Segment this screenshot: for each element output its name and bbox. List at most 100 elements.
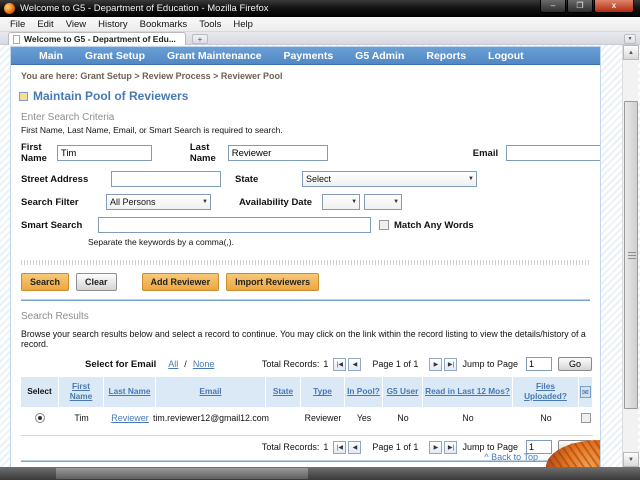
scroll-up-arrow[interactable]: ▲ [623, 45, 639, 60]
col-in-pool[interactable]: In Pool? [345, 377, 383, 407]
availability-month-select[interactable]: ▼ [322, 194, 360, 210]
page-icon [13, 35, 20, 44]
nav-grant-maintenance[interactable]: Grant Maintenance [167, 50, 262, 62]
horizontal-scrollbar[interactable] [0, 467, 640, 480]
g5-corner-artwork [546, 440, 600, 467]
col-state[interactable]: State [266, 377, 301, 407]
select-none-link[interactable]: None [193, 359, 215, 369]
last-name-input[interactable] [228, 145, 328, 161]
first-name-input[interactable] [57, 145, 152, 161]
restore-button[interactable]: ❐ [567, 0, 593, 13]
menu-view[interactable]: View [60, 19, 92, 30]
availability-date-label: Availability Date [239, 197, 312, 208]
smart-search-label: Smart Search [21, 220, 83, 231]
section-divider [21, 299, 590, 301]
total-records-label: Total Records: [262, 359, 320, 369]
col-first-name[interactable]: First Name [59, 377, 104, 407]
col-last-name[interactable]: Last Name [104, 377, 156, 407]
browse-note: Browse your search results below and sel… [21, 329, 600, 349]
cell-g5-user: No [383, 408, 423, 428]
prev-page-button[interactable]: ◀ [348, 358, 361, 371]
search-filter-select[interactable]: All Persons ▼ [106, 194, 211, 210]
vertical-scrollbar[interactable]: ▲ ▼ [622, 45, 638, 467]
import-reviewers-button[interactable]: Import Reviewers [226, 273, 319, 291]
list-all-tabs-button[interactable]: ▾ [624, 34, 636, 44]
select-all-link[interactable]: All [168, 359, 178, 369]
nav-payments[interactable]: Payments [284, 50, 334, 62]
menu-file[interactable]: File [4, 19, 31, 30]
page-title: Maintain Pool of Reviewers [33, 89, 188, 103]
minimize-button[interactable]: – [540, 0, 566, 13]
next-page-button[interactable]: ▶ [429, 358, 442, 371]
prev-page-button[interactable]: ◀ [348, 441, 361, 454]
nav-main[interactable]: Main [39, 50, 63, 62]
breadcrumb-prefix: You are here: [21, 71, 78, 81]
row-radio-selected[interactable] [35, 413, 45, 423]
menu-help[interactable]: Help [227, 19, 259, 30]
link-separator: / [184, 359, 187, 369]
g5-nav-bar: Main Grant Setup Grant Maintenance Payme… [11, 47, 600, 65]
search-results-heading: Search Results [21, 311, 600, 322]
smart-search-input[interactable] [98, 217, 371, 233]
back-to-top-link[interactable]: ^ Back to Top [484, 452, 538, 462]
col-type[interactable]: Type [301, 377, 345, 407]
menu-tools[interactable]: Tools [193, 19, 227, 30]
menu-bookmarks[interactable]: Bookmarks [134, 19, 194, 30]
street-address-input[interactable] [111, 171, 221, 187]
nav-reports[interactable]: Reports [426, 50, 466, 62]
cell-state [266, 408, 301, 428]
scroll-down-arrow[interactable]: ▼ [623, 452, 639, 467]
cell-first-name: Tim [59, 408, 104, 428]
email-label: Email [473, 148, 498, 159]
menu-history[interactable]: History [92, 19, 134, 30]
nav-g5-admin[interactable]: G5 Admin [355, 50, 404, 62]
horizontal-scrollbar-thumb[interactable] [56, 468, 308, 479]
close-button[interactable]: x [594, 0, 634, 13]
first-page-button[interactable]: |◀ [333, 441, 346, 454]
row-email-checkbox[interactable] [581, 413, 591, 423]
menu-edit[interactable]: Edit [31, 19, 59, 30]
search-button[interactable]: Search [21, 273, 69, 291]
select-for-email-label: Select for Email [85, 359, 156, 370]
pagination-top: Total Records: 1 |◀ ◀ Page 1 of 1 ▶ ▶| J… [258, 357, 592, 371]
email-input[interactable] [506, 145, 601, 161]
col-files-uploaded[interactable]: Files Uploaded? [513, 377, 579, 407]
first-page-button[interactable]: |◀ [333, 358, 346, 371]
search-filter-label: Search Filter [21, 197, 89, 208]
chevron-down-icon: ▼ [468, 176, 474, 182]
jump-to-page-label: Jump to Page [462, 442, 518, 452]
availability-day-select[interactable]: ▼ [364, 194, 402, 210]
total-records-value: 1 [323, 359, 328, 369]
last-page-button[interactable]: ▶| [444, 358, 457, 371]
cell-read-12: No [423, 408, 513, 428]
scrollbar-thumb[interactable] [624, 101, 638, 409]
chevron-down-icon: ▼ [202, 199, 208, 205]
col-g5-user[interactable]: G5 User [383, 377, 423, 407]
pagination-bottom: Total Records: 1 |◀ ◀ Page 1 of 1 ▶ ▶| J… [258, 440, 592, 454]
active-tab[interactable]: Welcome to G5 - Department of Edu... [8, 32, 186, 45]
jump-to-page-input[interactable] [526, 357, 552, 371]
nav-logout[interactable]: Logout [488, 50, 524, 62]
breadcrumb-path[interactable]: Grant Setup > Review Process > Reviewer … [80, 71, 282, 81]
results-table: Select First Name Last Name Email State … [21, 377, 593, 436]
match-any-words-checkbox[interactable] [379, 220, 389, 230]
results-table-header: Select First Name Last Name Email State … [21, 377, 593, 407]
next-page-button[interactable]: ▶ [429, 441, 442, 454]
col-email[interactable]: Email [156, 377, 266, 407]
clear-button[interactable]: Clear [76, 273, 117, 291]
first-name-label: First Name [21, 142, 47, 164]
col-read-12-mos[interactable]: Read in Last 12 Mos? [423, 377, 513, 407]
new-tab-button[interactable]: + [192, 34, 208, 44]
go-button[interactable]: Go [558, 357, 592, 371]
state-label: State [235, 174, 267, 185]
add-reviewer-button[interactable]: Add Reviewer [142, 273, 220, 291]
state-select[interactable]: Select ▼ [302, 171, 477, 187]
col-select: Select [21, 377, 59, 407]
cell-last-name-link[interactable]: Reviewer [111, 413, 149, 423]
cell-in-pool: Yes [345, 408, 383, 428]
page-viewport: Main Grant Setup Grant Maintenance Payme… [0, 45, 640, 467]
last-page-button[interactable]: ▶| [444, 441, 457, 454]
cell-email: tim.reviewer12@gmail12.com [156, 408, 266, 428]
nav-grant-setup[interactable]: Grant Setup [85, 50, 145, 62]
page-indicator: Page 1 of 1 [372, 442, 418, 452]
